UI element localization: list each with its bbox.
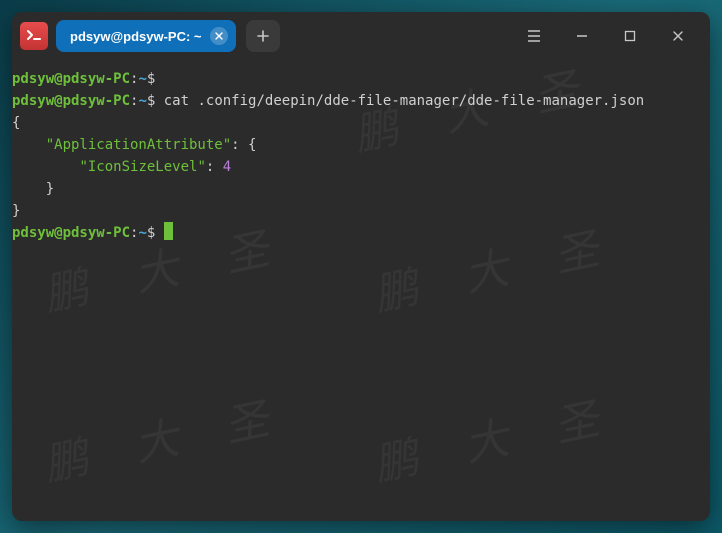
active-tab[interactable]: pdsyw@pdsyw-PC: ~: [56, 20, 236, 52]
cwd: ~: [138, 225, 146, 241]
close-icon: [672, 30, 684, 42]
prompt-line: pdsyw@pdsyw-PC:~$ cat .config/deepin/dde…: [12, 90, 710, 112]
tab-label: pdsyw@pdsyw-PC: ~: [70, 29, 202, 44]
prompt-line: pdsyw@pdsyw-PC:~$: [12, 68, 710, 90]
watermark-text: 鹏 大 圣: [42, 405, 288, 478]
cwd: ~: [138, 71, 146, 87]
watermark-text: 鹏 大 圣: [42, 235, 288, 308]
output-line: }: [12, 178, 710, 200]
output-line: }: [12, 200, 710, 222]
output-line: "ApplicationAttribute": {: [12, 134, 710, 156]
watermark-text: 鹏 大 圣: [372, 405, 618, 478]
plus-icon: [256, 29, 270, 43]
close-tab-button[interactable]: [210, 27, 228, 45]
maximize-icon: [624, 30, 636, 42]
menu-button[interactable]: [510, 12, 558, 60]
user-host: pdsyw@pdsyw-PC: [12, 225, 130, 241]
output-line: "IconSizeLevel": 4: [12, 156, 710, 178]
minimize-icon: [575, 29, 589, 43]
cursor: [164, 222, 173, 240]
command-text: cat .config/deepin/dde-file-manager/dde-…: [155, 93, 644, 109]
terminal-app-icon: [20, 22, 48, 50]
titlebar: pdsyw@pdsyw-PC: ~: [12, 12, 710, 60]
cwd: ~: [138, 93, 146, 109]
user-host: pdsyw@pdsyw-PC: [12, 93, 130, 109]
watermark-text: 鹏 大 圣: [372, 235, 618, 308]
prompt-symbol: $: [147, 71, 155, 87]
close-icon: [215, 32, 223, 40]
terminal-body[interactable]: 鹏 大 圣 鹏 大 圣 鹏 大 圣 鹏 大 圣 鹏 大 圣 pdsyw@pdsy…: [12, 60, 710, 521]
close-window-button[interactable]: [654, 12, 702, 60]
minimize-button[interactable]: [558, 12, 606, 60]
terminal-icon: [26, 28, 42, 44]
output-line: {: [12, 112, 710, 134]
maximize-button[interactable]: [606, 12, 654, 60]
terminal-window: pdsyw@pdsyw-PC: ~: [12, 12, 710, 521]
user-host: pdsyw@pdsyw-PC: [12, 71, 130, 87]
prompt-line: pdsyw@pdsyw-PC:~$: [12, 222, 710, 244]
window-controls: [510, 12, 702, 60]
new-tab-button[interactable]: [246, 20, 280, 52]
terminal-content: pdsyw@pdsyw-PC:~$ pdsyw@pdsyw-PC:~$ cat …: [12, 68, 710, 244]
hamburger-icon: [526, 29, 542, 43]
